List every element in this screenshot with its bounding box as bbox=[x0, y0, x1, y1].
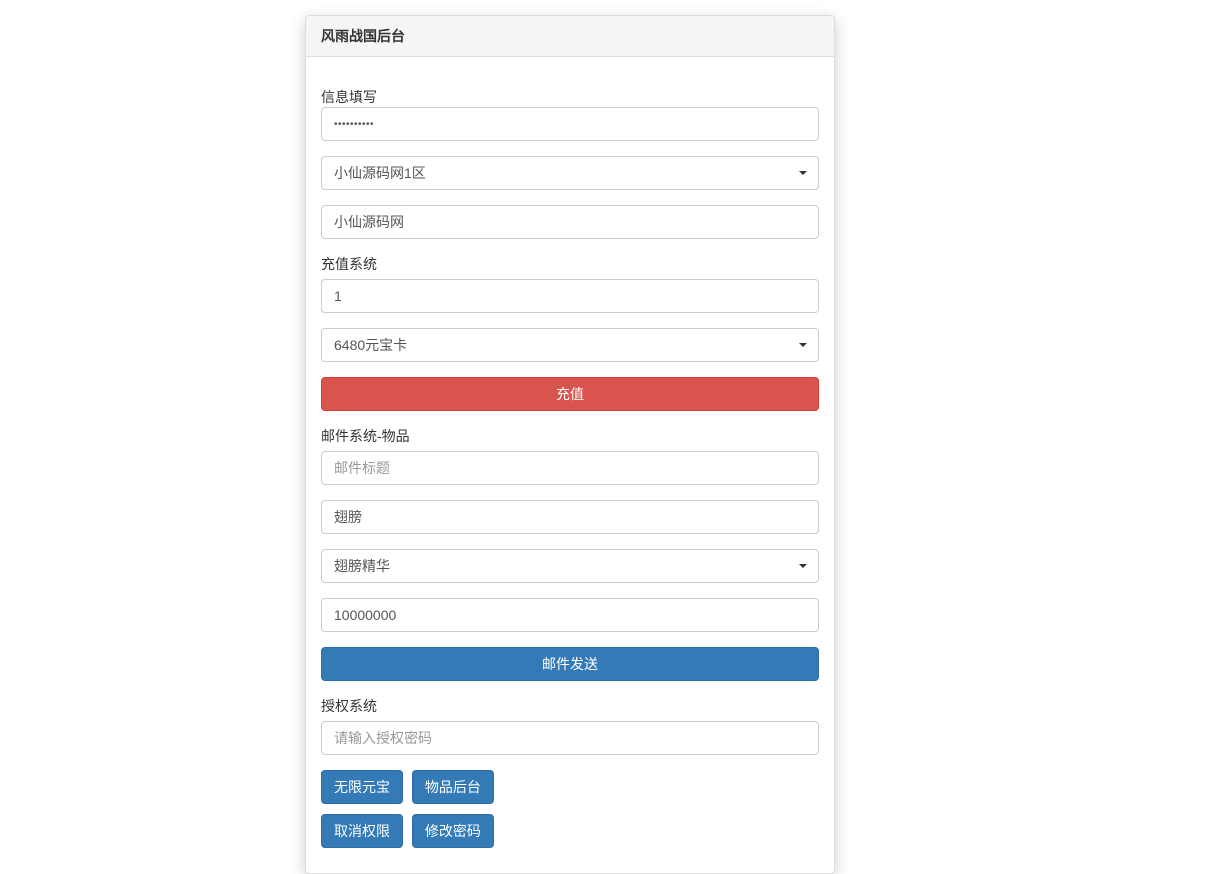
mail-title-input[interactable] bbox=[321, 451, 819, 485]
change-password-button[interactable]: 修改密码 bbox=[412, 814, 494, 848]
mail-item-select[interactable]: 翅膀精华 bbox=[321, 549, 819, 583]
recharge-button[interactable]: 充值 bbox=[321, 377, 819, 411]
username-input[interactable] bbox=[321, 205, 819, 239]
mail-amount-input[interactable] bbox=[321, 598, 819, 632]
auth-password-input[interactable] bbox=[321, 721, 819, 755]
item-admin-button[interactable]: 物品后台 bbox=[412, 770, 494, 804]
panel-title: 风雨战国后台 bbox=[321, 26, 819, 46]
unlimited-gold-button[interactable]: 无限元宝 bbox=[321, 770, 403, 804]
panel-heading: 风雨战国后台 bbox=[306, 16, 834, 57]
recharge-quantity-input[interactable] bbox=[321, 279, 819, 313]
section-mail-label: 邮件系统-物品 bbox=[321, 426, 819, 446]
panel-body: 信息填写 小仙源码网1区 充值系统 6480元宝卡 充值 邮件系统-物品 bbox=[306, 57, 834, 873]
section-info-label: 信息填写 bbox=[321, 87, 819, 107]
mail-send-button[interactable]: 邮件发送 bbox=[321, 647, 819, 681]
cancel-auth-button[interactable]: 取消权限 bbox=[321, 814, 403, 848]
section-recharge-label: 充值系统 bbox=[321, 254, 819, 274]
recharge-card-select[interactable]: 6480元宝卡 bbox=[321, 328, 819, 362]
admin-panel: 风雨战国后台 信息填写 小仙源码网1区 充值系统 6480元宝卡 充值 邮件系统… bbox=[305, 15, 835, 874]
password-input[interactable] bbox=[321, 107, 819, 141]
mail-name-input[interactable] bbox=[321, 500, 819, 534]
server-select[interactable]: 小仙源码网1区 bbox=[321, 156, 819, 190]
section-auth-label: 授权系统 bbox=[321, 696, 819, 716]
